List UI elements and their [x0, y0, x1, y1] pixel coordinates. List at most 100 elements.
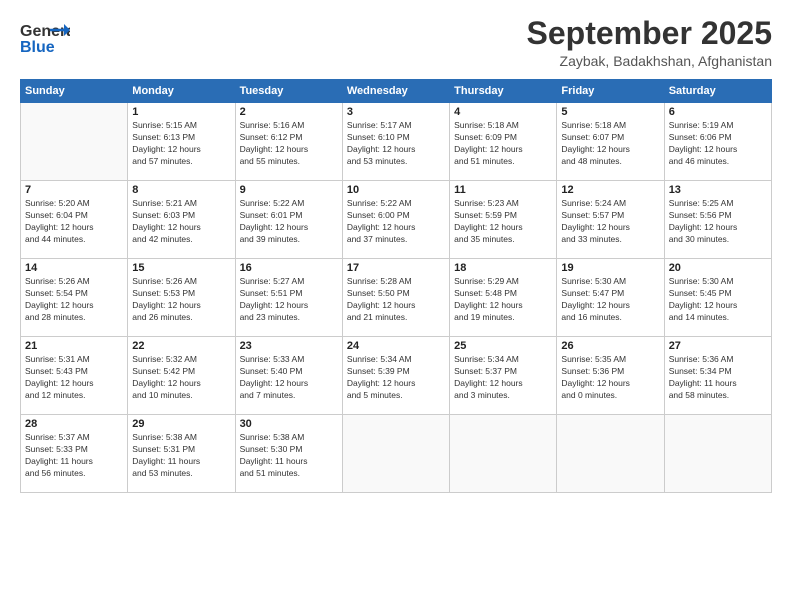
- day-info: Sunrise: 5:27 AM Sunset: 5:51 PM Dayligh…: [240, 276, 338, 324]
- calendar-cell: 20 Sunrise: 5:30 AM Sunset: 5:45 PM Dayli…: [664, 259, 771, 337]
- day-info: Sunrise: 5:18 AM Sunset: 6:09 PM Dayligh…: [454, 120, 552, 168]
- calendar-cell: 16 Sunrise: 5:27 AM Sunset: 5:51 PM Dayli…: [235, 259, 342, 337]
- day-info: Sunrise: 5:26 AM Sunset: 5:54 PM Dayligh…: [25, 276, 123, 324]
- day-info: Sunrise: 5:30 AM Sunset: 5:47 PM Dayligh…: [561, 276, 659, 324]
- day-info: Sunrise: 5:37 AM Sunset: 5:33 PM Dayligh…: [25, 432, 123, 480]
- calendar-cell: 30Sunrise: 5:38 AM Sunset: 5:30 PM Dayli…: [235, 415, 342, 493]
- day-number: 26: [561, 340, 659, 352]
- calendar-cell: [664, 415, 771, 493]
- day-number: 9: [240, 184, 338, 196]
- day-info: Sunrise: 5:17 AM Sunset: 6:10 PM Dayligh…: [347, 120, 445, 168]
- day-info: Sunrise: 5:20 AM Sunset: 6:04 PM Dayligh…: [25, 198, 123, 246]
- day-info: Sunrise: 5:19 AM Sunset: 6:06 PM Dayligh…: [669, 120, 767, 168]
- day-info: Sunrise: 5:22 AM Sunset: 6:01 PM Dayligh…: [240, 198, 338, 246]
- day-number: 8: [132, 184, 230, 196]
- day-number: 17: [347, 262, 445, 274]
- day-number: 20: [669, 262, 767, 274]
- day-number: 5: [561, 106, 659, 118]
- month-title: September 2025: [527, 16, 772, 51]
- day-info: Sunrise: 5:34 AM Sunset: 5:39 PM Dayligh…: [347, 354, 445, 402]
- day-info: Sunrise: 5:32 AM Sunset: 5:42 PM Dayligh…: [132, 354, 230, 402]
- week-row-2: 7Sunrise: 5:20 AM Sunset: 6:04 PM Daylig…: [21, 181, 772, 259]
- day-info: Sunrise: 5:23 AM Sunset: 5:59 PM Dayligh…: [454, 198, 552, 246]
- day-info: Sunrise: 5:36 AM Sunset: 5:34 PM Dayligh…: [669, 354, 767, 402]
- day-number: 25: [454, 340, 552, 352]
- calendar-cell: 28 Sunrise: 5:37 AM Sunset: 5:33 PM Dayli…: [21, 415, 128, 493]
- header: General Blue September 2025 Zaybak, Bada…: [20, 16, 772, 69]
- day-number: 27: [669, 340, 767, 352]
- calendar-cell: 23 Sunrise: 5:33 AM Sunset: 5:40 PM Dayli…: [235, 337, 342, 415]
- day-number: 1: [132, 106, 230, 118]
- day-number: 16: [240, 262, 338, 274]
- day-info: Sunrise: 5:26 AM Sunset: 5:53 PM Dayligh…: [132, 276, 230, 324]
- calendar-cell: 6 Sunrise: 5:19 AM Sunset: 6:06 PM Daylig…: [664, 103, 771, 181]
- calendar-cell: [450, 415, 557, 493]
- day-number: 28: [25, 418, 123, 430]
- week-row-5: 28 Sunrise: 5:37 AM Sunset: 5:33 PM Dayli…: [21, 415, 772, 493]
- day-info: Sunrise: 5:38 AM Sunset: 5:30 PM Dayligh…: [240, 432, 338, 480]
- weekday-header-friday: Friday: [557, 80, 664, 103]
- day-number: 12: [561, 184, 659, 196]
- weekday-header-wednesday: Wednesday: [342, 80, 449, 103]
- calendar-cell: 29Sunrise: 5:38 AM Sunset: 5:31 PM Dayli…: [128, 415, 235, 493]
- calendar-cell: 9 Sunrise: 5:22 AM Sunset: 6:01 PM Daylig…: [235, 181, 342, 259]
- calendar-cell: 26Sunrise: 5:35 AM Sunset: 5:36 PM Dayli…: [557, 337, 664, 415]
- day-number: 23: [240, 340, 338, 352]
- day-info: Sunrise: 5:29 AM Sunset: 5:48 PM Dayligh…: [454, 276, 552, 324]
- title-area: September 2025 Zaybak, Badakhshan, Afgha…: [527, 16, 772, 69]
- weekday-header-tuesday: Tuesday: [235, 80, 342, 103]
- calendar-cell: 15 Sunrise: 5:26 AM Sunset: 5:53 PM Dayli…: [128, 259, 235, 337]
- week-row-1: 1 Sunrise: 5:15 AM Sunset: 6:13 PM Daylig…: [21, 103, 772, 181]
- calendar-cell: 21 Sunrise: 5:31 AM Sunset: 5:43 PM Dayli…: [21, 337, 128, 415]
- calendar-cell: [557, 415, 664, 493]
- day-number: 19: [561, 262, 659, 274]
- day-info: Sunrise: 5:25 AM Sunset: 5:56 PM Dayligh…: [669, 198, 767, 246]
- day-info: Sunrise: 5:24 AM Sunset: 5:57 PM Dayligh…: [561, 198, 659, 246]
- day-info: Sunrise: 5:22 AM Sunset: 6:00 PM Dayligh…: [347, 198, 445, 246]
- day-info: Sunrise: 5:18 AM Sunset: 6:07 PM Dayligh…: [561, 120, 659, 168]
- calendar-cell: 22Sunrise: 5:32 AM Sunset: 5:42 PM Dayli…: [128, 337, 235, 415]
- day-number: 6: [669, 106, 767, 118]
- day-info: Sunrise: 5:33 AM Sunset: 5:40 PM Dayligh…: [240, 354, 338, 402]
- calendar-cell: 18Sunrise: 5:29 AM Sunset: 5:48 PM Dayli…: [450, 259, 557, 337]
- calendar-cell: 25 Sunrise: 5:34 AM Sunset: 5:37 PM Dayli…: [450, 337, 557, 415]
- day-number: 11: [454, 184, 552, 196]
- day-number: 4: [454, 106, 552, 118]
- calendar-cell: [342, 415, 449, 493]
- calendar-cell: 5 Sunrise: 5:18 AM Sunset: 6:07 PM Daylig…: [557, 103, 664, 181]
- day-info: Sunrise: 5:31 AM Sunset: 5:43 PM Dayligh…: [25, 354, 123, 402]
- day-number: 13: [669, 184, 767, 196]
- weekday-header-monday: Monday: [128, 80, 235, 103]
- day-number: 10: [347, 184, 445, 196]
- day-info: Sunrise: 5:21 AM Sunset: 6:03 PM Dayligh…: [132, 198, 230, 246]
- day-number: 3: [347, 106, 445, 118]
- calendar-cell: 10 Sunrise: 5:22 AM Sunset: 6:00 PM Dayli…: [342, 181, 449, 259]
- weekday-header-sunday: Sunday: [21, 80, 128, 103]
- calendar-cell: 12 Sunrise: 5:24 AM Sunset: 5:57 PM Dayli…: [557, 181, 664, 259]
- day-info: Sunrise: 5:30 AM Sunset: 5:45 PM Dayligh…: [669, 276, 767, 324]
- calendar-cell: 13 Sunrise: 5:25 AM Sunset: 5:56 PM Dayli…: [664, 181, 771, 259]
- calendar-cell: 8 Sunrise: 5:21 AM Sunset: 6:03 PM Daylig…: [128, 181, 235, 259]
- calendar-cell: 17 Sunrise: 5:28 AM Sunset: 5:50 PM Dayli…: [342, 259, 449, 337]
- svg-text:Blue: Blue: [20, 39, 55, 56]
- day-number: 15: [132, 262, 230, 274]
- calendar: SundayMondayTuesdayWednesdayThursdayFrid…: [20, 79, 772, 493]
- day-info: Sunrise: 5:15 AM Sunset: 6:13 PM Dayligh…: [132, 120, 230, 168]
- day-number: 21: [25, 340, 123, 352]
- weekday-header-thursday: Thursday: [450, 80, 557, 103]
- calendar-cell: 27 Sunrise: 5:36 AM Sunset: 5:34 PM Dayli…: [664, 337, 771, 415]
- calendar-cell: 2Sunrise: 5:16 AM Sunset: 6:12 PM Daylig…: [235, 103, 342, 181]
- day-number: 29: [132, 418, 230, 430]
- calendar-cell: 1 Sunrise: 5:15 AM Sunset: 6:13 PM Daylig…: [128, 103, 235, 181]
- day-info: Sunrise: 5:16 AM Sunset: 6:12 PM Dayligh…: [240, 120, 338, 168]
- week-row-4: 21 Sunrise: 5:31 AM Sunset: 5:43 PM Dayli…: [21, 337, 772, 415]
- calendar-cell: 14Sunrise: 5:26 AM Sunset: 5:54 PM Dayli…: [21, 259, 128, 337]
- calendar-cell: 3 Sunrise: 5:17 AM Sunset: 6:10 PM Daylig…: [342, 103, 449, 181]
- calendar-cell: 24Sunrise: 5:34 AM Sunset: 5:39 PM Dayli…: [342, 337, 449, 415]
- calendar-cell: [21, 103, 128, 181]
- day-info: Sunrise: 5:34 AM Sunset: 5:37 PM Dayligh…: [454, 354, 552, 402]
- location: Zaybak, Badakhshan, Afghanistan: [527, 53, 772, 69]
- calendar-cell: 11 Sunrise: 5:23 AM Sunset: 5:59 PM Dayli…: [450, 181, 557, 259]
- day-info: Sunrise: 5:28 AM Sunset: 5:50 PM Dayligh…: [347, 276, 445, 324]
- calendar-cell: 19 Sunrise: 5:30 AM Sunset: 5:47 PM Dayli…: [557, 259, 664, 337]
